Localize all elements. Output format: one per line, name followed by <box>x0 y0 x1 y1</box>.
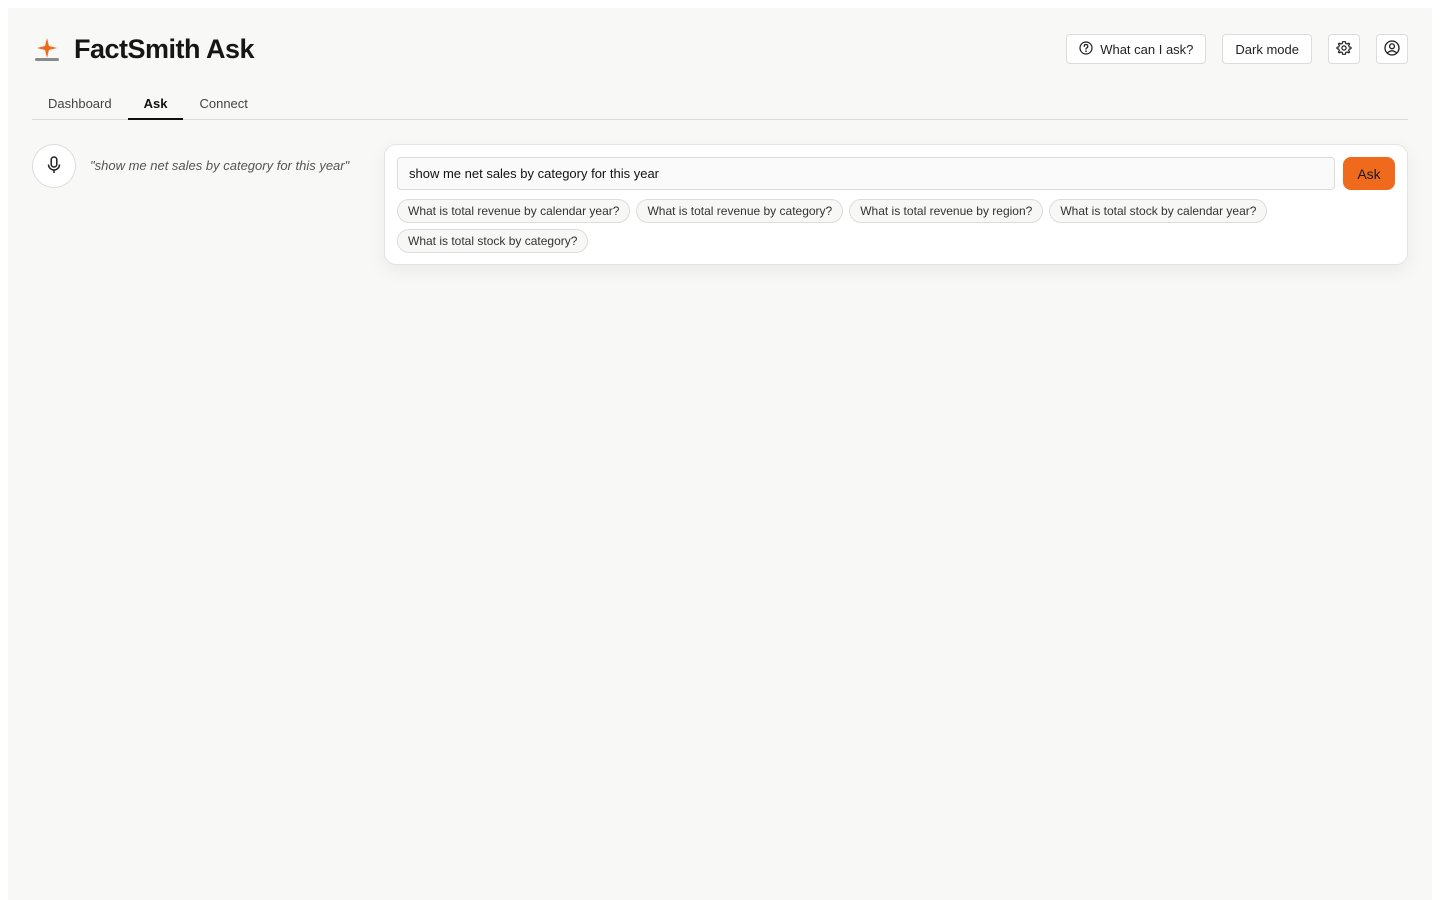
ask-button[interactable]: Ask <box>1343 157 1395 190</box>
what-can-i-ask-label: What can I ask? <box>1100 41 1194 57</box>
suggestion-chip[interactable]: What is total stock by calendar year? <box>1049 199 1268 223</box>
app-title: FactSmith Ask <box>74 33 255 64</box>
help-circle-icon <box>1079 40 1093 58</box>
header: FactSmith Ask What can I ask? Dark mode <box>32 30 1408 68</box>
account-button[interactable] <box>1376 34 1408 64</box>
settings-button[interactable] <box>1328 34 1360 64</box>
tab-ask[interactable]: Ask <box>127 92 184 120</box>
microphone-button[interactable] <box>32 144 76 188</box>
gear-icon <box>1336 40 1352 59</box>
suggestion-chip[interactable]: What is total revenue by region? <box>849 199 1044 223</box>
suggestion-chip[interactable]: What is total revenue by calendar year? <box>397 199 631 223</box>
user-circle-icon <box>1384 39 1400 59</box>
ask-panel: Ask What is total revenue by calendar ye… <box>384 144 1408 265</box>
brand: FactSmith Ask <box>32 33 255 65</box>
suggestion-chip[interactable]: What is total stock by category? <box>397 229 589 253</box>
header-actions: What can I ask? Dark mode <box>1066 34 1408 64</box>
tab-bar: Dashboard Ask Connect <box>32 92 1408 120</box>
what-can-i-ask-button[interactable]: What can I ask? <box>1066 34 1207 64</box>
tab-connect[interactable]: Connect <box>183 92 263 120</box>
suggestion-list: What is total revenue by calendar year? … <box>397 199 1387 253</box>
query-input[interactable] <box>397 157 1335 190</box>
tab-dashboard[interactable]: Dashboard <box>32 92 128 120</box>
voice-transcript: "show me net sales by category for this … <box>90 158 350 173</box>
suggestion-chip[interactable]: What is total revenue by category? <box>636 199 844 223</box>
dark-mode-button[interactable]: Dark mode <box>1222 34 1312 64</box>
app-window: FactSmith Ask What can I ask? Dark mode <box>8 8 1432 900</box>
microphone-icon <box>46 155 62 177</box>
logo-icon <box>32 34 62 64</box>
dark-mode-label: Dark mode <box>1235 41 1299 57</box>
